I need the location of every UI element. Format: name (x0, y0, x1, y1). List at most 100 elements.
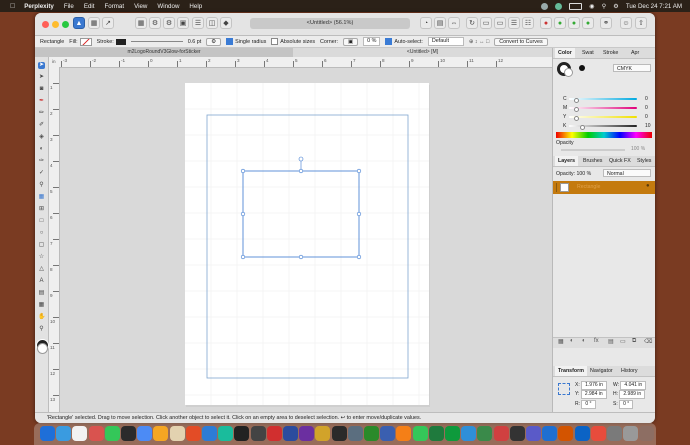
y-field[interactable]: 2.984 in (580, 390, 607, 399)
h-field[interactable]: 2.989 in (619, 390, 646, 399)
star-tool-icon[interactable]: ☆ (38, 254, 45, 261)
layer-visibility-icon[interactable]: ● (646, 183, 650, 189)
menu-view[interactable]: View (134, 3, 147, 10)
battery-icon[interactable] (569, 2, 583, 10)
control-center-icon[interactable]: ⚙ (613, 3, 619, 10)
layer-name[interactable]: Rectangle (577, 184, 600, 190)
add-layer-icon[interactable]: ▤ (608, 338, 614, 345)
frame-text-icon[interactable]: ▤ (38, 290, 45, 297)
place-image-icon[interactable]: ▦ (38, 194, 45, 201)
opacity-value[interactable]: 100 % (631, 146, 645, 152)
cyan-knob[interactable] (574, 98, 579, 103)
dock-app-icon[interactable] (493, 426, 509, 441)
tab-layers[interactable]: Layers (555, 156, 579, 166)
tab-document-1[interactable]: m2LogoRoundV3Glow-forSticker (35, 48, 293, 57)
export-persona-icon[interactable]: ↗ (102, 17, 114, 29)
dock-app-icon[interactable] (396, 426, 412, 441)
align-icon[interactable]: ☰ (192, 17, 204, 29)
order-icon[interactable]: ▭ (480, 17, 492, 29)
menu-app-name[interactable]: Perplexity (24, 3, 54, 10)
dock-app-icon[interactable] (137, 426, 153, 441)
slider-value-c[interactable]: 0 (645, 96, 648, 102)
transparency-tool-icon[interactable]: ◐ (38, 146, 45, 153)
dock-app-icon[interactable] (509, 426, 525, 441)
color-spectrum[interactable] (556, 132, 652, 138)
tab-transform[interactable]: Transform (555, 366, 587, 376)
color-model-dropdown[interactable]: CMYK (613, 64, 651, 72)
transform-w[interactable]: W: 4.041 in (613, 381, 647, 390)
mask-icon[interactable]: ◐ (570, 338, 574, 344)
x-field[interactable]: 1.976 in (581, 381, 607, 390)
single-radius-checkbox[interactable] (226, 38, 234, 45)
dock-app-icon[interactable] (266, 426, 282, 441)
fx-icon[interactable]: fx (594, 338, 599, 344)
dock-app-icon[interactable] (72, 426, 88, 441)
tab-quick-fx[interactable]: Quick FX (609, 156, 631, 166)
single-radius-toggle[interactable]: Single radius (226, 38, 266, 45)
dock-app-icon[interactable] (558, 426, 574, 441)
vector-brush-icon[interactable]: ✐ (38, 122, 45, 129)
r-field[interactable]: 0 ° (581, 400, 596, 409)
dock-app-icon[interactable] (607, 426, 622, 441)
layers-opacity[interactable]: Opacity: 100 % (556, 171, 591, 177)
tab-brushes[interactable]: Brushes (583, 156, 602, 166)
convert-to-curves-button[interactable]: Convert to Curves (494, 37, 548, 46)
slider-value-y[interactable]: 0 (645, 114, 648, 120)
tab-swatches[interactable]: Swat (582, 48, 594, 58)
slider-value-m[interactable]: 0 (645, 105, 648, 111)
dock-app-icon[interactable] (104, 426, 120, 441)
eyedropper-icon[interactable]: ✓ (38, 170, 45, 177)
zoom-window-icon[interactable] (62, 21, 69, 28)
dock-app-icon[interactable] (623, 426, 639, 441)
dock-app-icon[interactable] (169, 426, 185, 441)
pen-tool-icon[interactable]: ✒ (38, 98, 45, 105)
w-field[interactable]: 4.041 in (620, 381, 647, 390)
move-tool-icon[interactable]: ➤ (38, 62, 45, 69)
duplicate-layer-icon[interactable]: ⧉ (632, 338, 636, 345)
slider-row-c[interactable]: C 0 (563, 96, 651, 103)
corner-value-field[interactable]: 0 % (363, 37, 381, 46)
dock-app-icon[interactable] (364, 426, 379, 441)
transform-s[interactable]: S: 0 ° (613, 400, 634, 409)
rotate-icon[interactable]: ↻ (466, 17, 478, 29)
horizontal-ruler[interactable]: in -3 -2 -1 0 1 2 3 4 5 6 7 8 9 10 11 12 (49, 57, 552, 68)
auto-select-checkbox[interactable] (385, 38, 393, 45)
menu-clock[interactable]: Tue Dec 24 7:21 AM (626, 3, 682, 10)
black-swatch[interactable] (579, 65, 585, 71)
opacity-slider[interactable] (561, 149, 625, 151)
yellow-slider[interactable] (569, 116, 637, 121)
fill-color-well[interactable] (37, 343, 48, 354)
tab-styles[interactable]: Styles (637, 156, 651, 166)
intersect-icon[interactable]: ● (568, 17, 580, 29)
artistic-text-icon[interactable]: A (38, 278, 45, 285)
auto-select-dropdown[interactable]: Default (427, 37, 464, 46)
black-knob[interactable] (580, 125, 585, 130)
dock-app-icon[interactable] (315, 426, 331, 441)
corner-tool-icon[interactable]: ◙ (38, 86, 45, 93)
view-zoom-icon[interactable]: ⚲ (38, 326, 45, 333)
transform-y[interactable]: Y: 2.984 in (575, 390, 607, 399)
table-tool-icon[interactable]: ▦ (38, 302, 45, 309)
stroke-width-slider[interactable] (130, 41, 183, 42)
dock-app-icon[interactable] (299, 426, 315, 441)
ellipse-tool-icon[interactable]: ○ (38, 230, 45, 237)
tab-color[interactable]: Color (555, 48, 575, 58)
zoom-tool-icon[interactable]: ⚲ (38, 182, 45, 189)
menu-format[interactable]: Format (104, 3, 124, 10)
dock-app-icon[interactable] (380, 426, 396, 441)
apple-icon[interactable]:  (10, 3, 15, 10)
rectangle-tool-icon[interactable]: □ (38, 218, 45, 225)
flip-icon[interactable]: ⇔ (448, 17, 460, 29)
align-left-icon[interactable]: ☰ (508, 17, 520, 29)
transform-icon[interactable]: ▤ (434, 17, 446, 29)
dock-app-icon[interactable] (88, 426, 104, 441)
pixel-persona-icon[interactable]: ▦ (88, 17, 100, 29)
status-icon[interactable] (541, 2, 549, 10)
slider-row-m[interactable]: M 0 (563, 105, 651, 112)
fill-color-circle[interactable] (564, 68, 573, 77)
fill-tool-icon[interactable]: ◈ (38, 134, 45, 141)
adjustment-icon[interactable]: ◐ (582, 338, 586, 344)
vertical-ruler[interactable]: 1 2 3 4 5 6 7 8 9 10 11 12 13 (49, 67, 60, 412)
dock-app-icon[interactable] (574, 426, 590, 441)
dock-app-icon[interactable] (477, 426, 493, 441)
